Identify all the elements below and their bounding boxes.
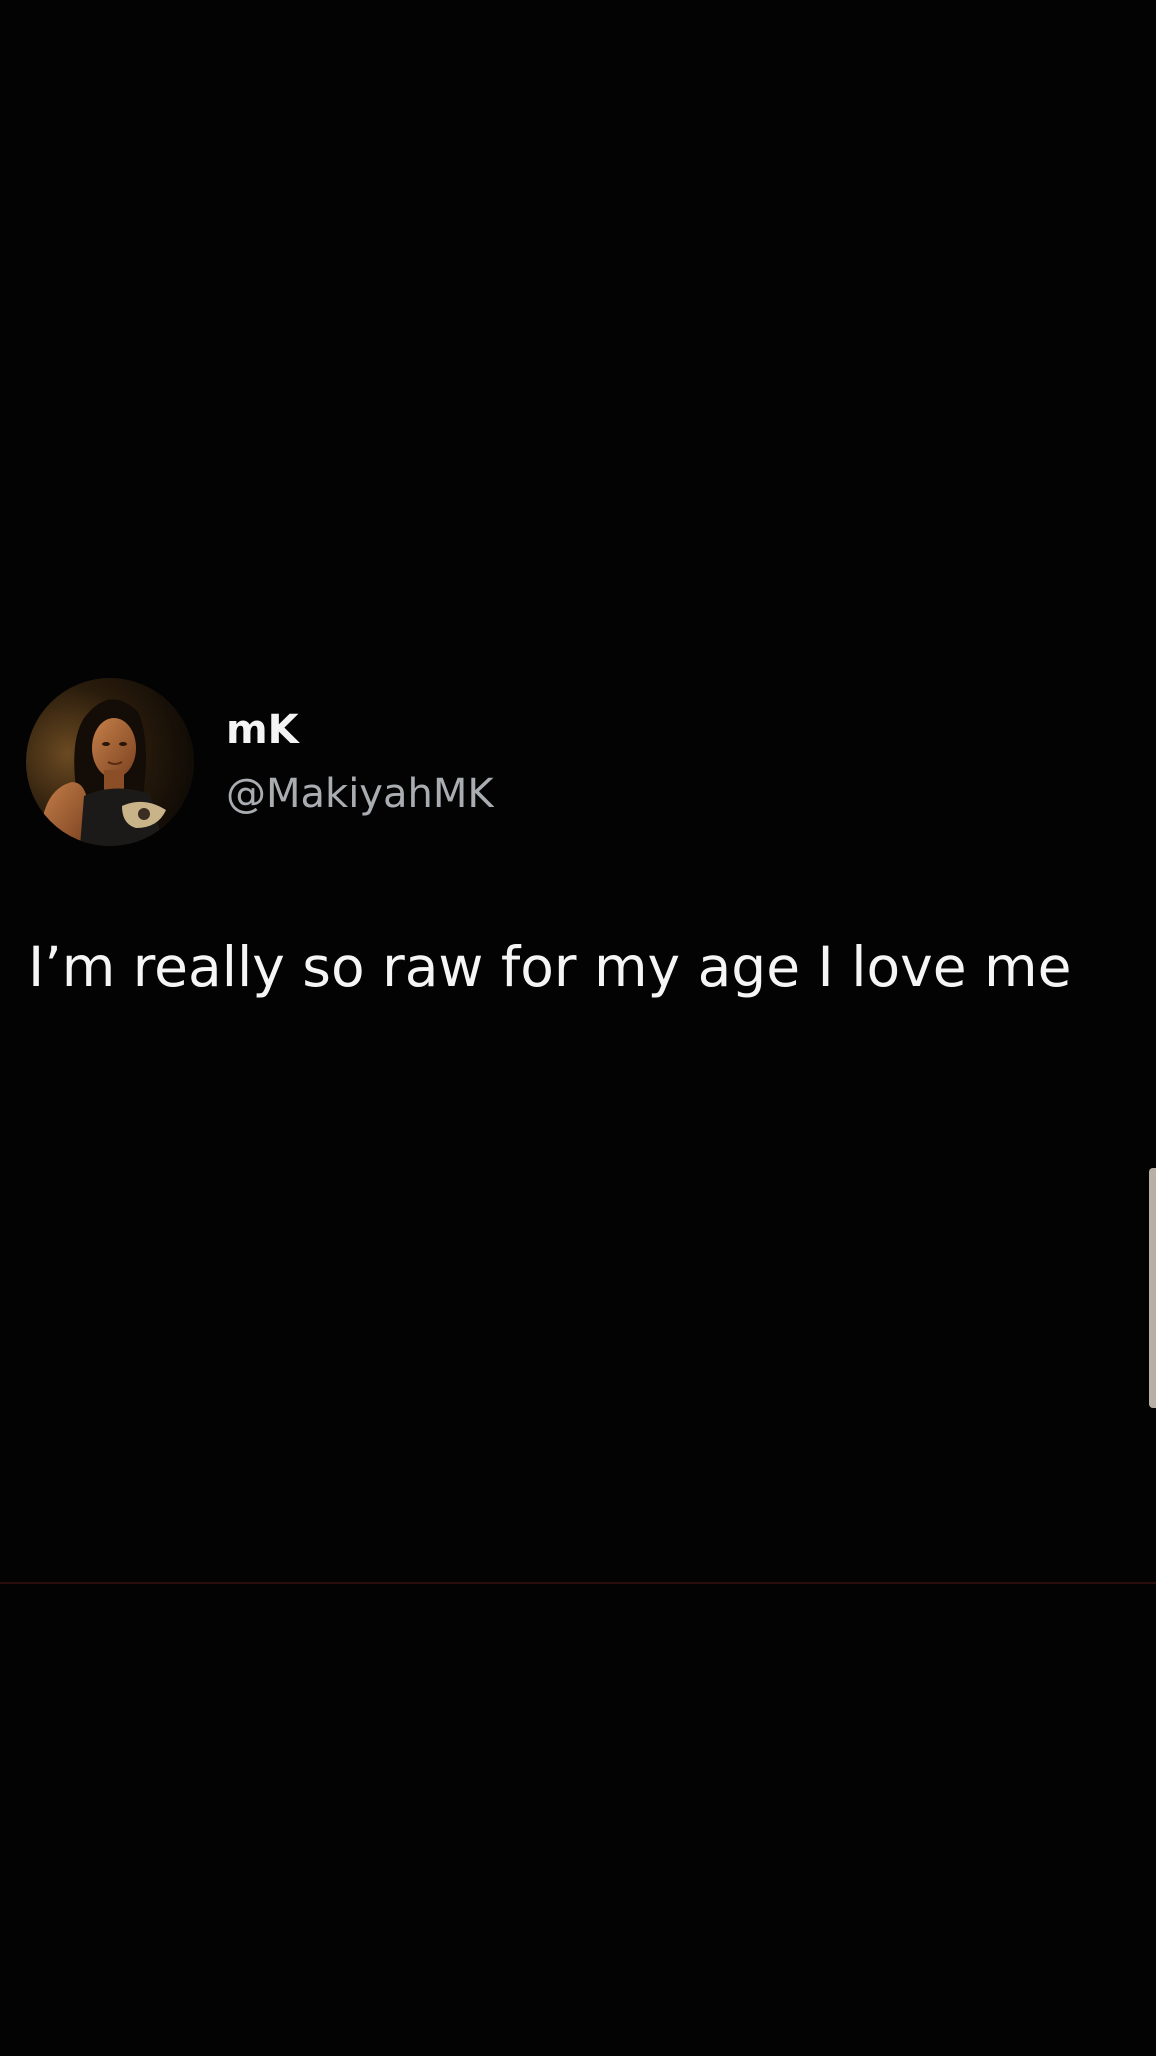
user-handle[interactable]: @MakiyahMK xyxy=(226,768,494,820)
tweet-card: mK @MakiyahMK I’m really so raw for my a… xyxy=(0,0,1156,1580)
side-panel-handle[interactable] xyxy=(1149,1168,1156,1408)
empty-area xyxy=(0,1584,1156,2056)
tweet-text: I’m really so raw for my age I love me xyxy=(28,935,1072,999)
profile-photo-icon xyxy=(26,678,194,846)
display-name[interactable]: mK xyxy=(226,706,299,754)
avatar[interactable] xyxy=(26,678,194,846)
